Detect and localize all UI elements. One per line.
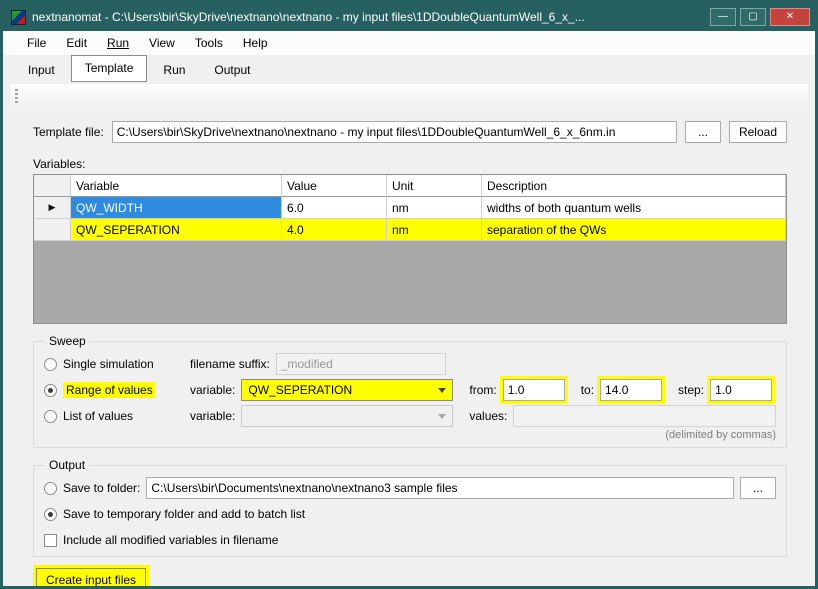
save-to-folder-label[interactable]: Save to folder:: [63, 481, 140, 495]
chevron-down-icon: [438, 414, 446, 419]
menu-tools[interactable]: Tools: [185, 33, 233, 53]
template-file-row: Template file: ... Reload: [33, 121, 787, 143]
save-to-folder-radio[interactable]: [44, 482, 57, 495]
app-window: nextnanomat - C:\Users\bir\SkyDrive\next…: [0, 0, 818, 589]
list-of-values-row: List of values variable: values:: [44, 403, 776, 429]
list-of-values-label[interactable]: List of values: [63, 409, 133, 423]
from-input[interactable]: [503, 379, 565, 401]
range-of-values-row: Range of values variable: QW_SEPERATION …: [44, 377, 776, 403]
reload-button[interactable]: Reload: [729, 121, 787, 143]
cell-value[interactable]: 4.0: [282, 219, 387, 241]
tab-run[interactable]: Run: [150, 59, 198, 82]
list-variable-label: variable:: [190, 409, 235, 423]
cell-variable[interactable]: QW_SEPERATION: [71, 219, 282, 241]
row-selector-arrow-icon: ▶: [49, 202, 56, 213]
cell-variable[interactable]: QW_WIDTH: [71, 197, 282, 219]
title-bar: nextnanomat - C:\Users\bir\SkyDrive\next…: [3, 3, 815, 31]
tab-strip: Input Template Run Output: [3, 55, 815, 82]
tab-input[interactable]: Input: [15, 59, 68, 82]
tab-output[interactable]: Output: [201, 59, 263, 82]
menu-file[interactable]: File: [17, 33, 56, 53]
chevron-down-icon: [438, 388, 446, 393]
grid-header-row: Variable Value Unit Description: [34, 175, 786, 197]
sweep-title: Sweep: [45, 334, 90, 348]
toolbar-grip-icon[interactable]: [15, 89, 18, 103]
cell-unit[interactable]: nm: [387, 197, 482, 219]
filename-suffix-label: filename suffix:: [190, 357, 270, 371]
to-label: to:: [581, 383, 594, 397]
minimize-icon[interactable]: —: [710, 8, 736, 26]
range-variable-label: variable:: [190, 383, 235, 397]
variables-label: Variables:: [33, 157, 787, 171]
step-input[interactable]: [710, 379, 772, 401]
column-header-unit[interactable]: Unit: [387, 175, 482, 197]
single-simulation-radio[interactable]: [44, 358, 57, 371]
save-temporary-radio[interactable]: [44, 508, 57, 521]
output-groupbox: Output Save to folder: ... Save to tempo…: [33, 458, 787, 557]
range-variable-combobox[interactable]: QW_SEPERATION: [241, 379, 453, 401]
save-folder-input[interactable]: [146, 477, 734, 499]
table-row: ▶ QW_WIDTH 6.0 nm widths of both quantum…: [34, 197, 786, 219]
single-simulation-label[interactable]: Single simulation: [63, 357, 154, 371]
create-input-files-button[interactable]: Create input files: [36, 568, 146, 589]
template-page: Template file: ... Reload Variables: Var…: [3, 107, 815, 589]
column-header-description[interactable]: Description: [482, 175, 786, 197]
delimiter-hint: (delimited by commas): [44, 429, 776, 444]
variables-grid: Variable Value Unit Description ▶ QW_WID…: [33, 174, 787, 324]
range-variable-value: QW_SEPERATION: [248, 383, 352, 397]
maximize-icon[interactable]: ▢: [740, 8, 766, 26]
window-title: nextnanomat - C:\Users\bir\SkyDrive\next…: [32, 10, 700, 24]
app-icon: [11, 10, 26, 25]
filename-suffix-input: [276, 353, 446, 375]
menu-run[interactable]: Run: [97, 33, 139, 53]
menu-help[interactable]: Help: [233, 33, 278, 53]
include-variables-label[interactable]: Include all modified variables in filena…: [63, 533, 278, 547]
menu-bar: File Edit Run View Tools Help: [3, 31, 815, 55]
toolbar: [10, 84, 808, 107]
output-title: Output: [45, 458, 89, 472]
row-selector[interactable]: [34, 219, 71, 241]
template-file-label: Template file:: [33, 125, 104, 139]
column-header-value[interactable]: Value: [282, 175, 387, 197]
values-input: [513, 405, 776, 427]
list-variable-combobox: [241, 405, 453, 427]
template-file-browse-button[interactable]: ...: [685, 121, 721, 143]
cell-value[interactable]: 6.0: [282, 197, 387, 219]
close-icon[interactable]: ✕: [770, 8, 810, 26]
save-to-folder-row: Save to folder: ...: [44, 475, 776, 501]
template-file-input[interactable]: [112, 121, 677, 143]
table-row: QW_SEPERATION 4.0 nm separation of the Q…: [34, 219, 786, 241]
cell-description[interactable]: separation of the QWs: [482, 219, 786, 241]
row-selector[interactable]: ▶: [34, 197, 71, 219]
range-of-values-radio[interactable]: [44, 384, 57, 397]
window-controls: — ▢ ✕: [706, 8, 815, 26]
sweep-groupbox: Sweep Single simulation filename suffix:…: [33, 334, 787, 448]
save-temporary-row: Save to temporary folder and add to batc…: [44, 501, 776, 527]
grid-corner-cell[interactable]: [34, 175, 71, 197]
include-variables-checkbox[interactable]: [44, 534, 57, 547]
range-of-values-label[interactable]: Range of values: [63, 382, 156, 398]
cell-description[interactable]: widths of both quantum wells: [482, 197, 786, 219]
list-of-values-radio[interactable]: [44, 410, 57, 423]
save-folder-browse-button[interactable]: ...: [740, 477, 776, 499]
column-header-variable[interactable]: Variable: [71, 175, 282, 197]
cell-unit[interactable]: nm: [387, 219, 482, 241]
from-label: from:: [469, 383, 496, 397]
tab-template[interactable]: Template: [71, 55, 148, 82]
values-label: values:: [469, 409, 507, 423]
menu-view[interactable]: View: [139, 33, 185, 53]
save-temporary-label[interactable]: Save to temporary folder and add to batc…: [63, 507, 305, 521]
include-variables-row: Include all modified variables in filena…: [44, 527, 776, 553]
single-simulation-row: Single simulation filename suffix:: [44, 351, 776, 377]
to-input[interactable]: [600, 379, 662, 401]
step-label: step:: [678, 383, 704, 397]
menu-edit[interactable]: Edit: [56, 33, 97, 53]
